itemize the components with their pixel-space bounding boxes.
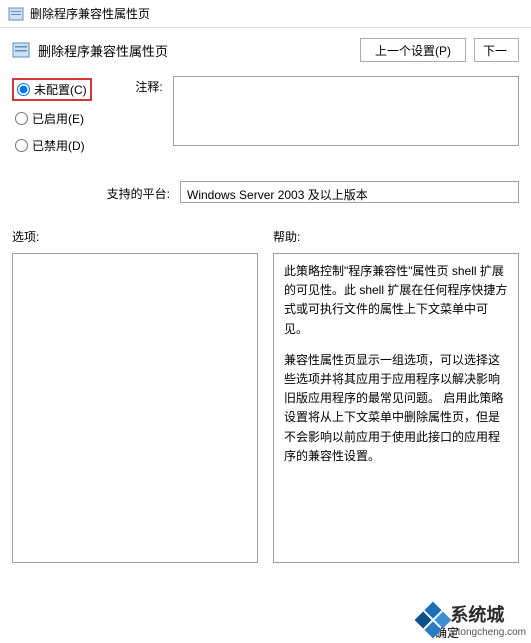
- watermark-logo-icon: [414, 600, 454, 640]
- radio-enabled[interactable]: 已启用(E): [12, 109, 92, 128]
- comment-label: 注释:: [107, 76, 163, 95]
- radio-disabled-input[interactable]: [15, 139, 28, 152]
- help-panel: 此策略控制"程序兼容性"属性页 shell 扩展的可见性。此 shell 扩展在…: [273, 253, 519, 563]
- platform-value: Windows Server 2003 及以上版本: [180, 181, 519, 203]
- radio-not-configured-input[interactable]: [17, 83, 30, 96]
- window-title: 删除程序兼容性属性页: [30, 5, 150, 22]
- right-fields: 注释: 支持的平台: Windows Server 2003 及以上版本: [107, 76, 519, 203]
- bottom-section: 选项: 帮助: 此策略控制"程序兼容性"属性页 shell 扩展的可见性。此 s…: [12, 228, 519, 563]
- radio-not-configured-label: 未配置(C): [34, 81, 87, 98]
- policy-icon: [12, 41, 30, 59]
- watermark-sub: xitongcheng.com: [450, 627, 526, 638]
- radio-disabled-label: 已禁用(D): [32, 137, 85, 154]
- config-section: 未配置(C) 已启用(E) 已禁用(D) 注释: 支持的平台: Windows …: [12, 76, 519, 203]
- options-column: 选项:: [12, 228, 258, 563]
- help-label: 帮助:: [273, 228, 519, 245]
- options-panel: [12, 253, 258, 563]
- comment-input[interactable]: [173, 76, 519, 146]
- radio-group: 未配置(C) 已启用(E) 已禁用(D): [12, 76, 92, 155]
- platform-row: 支持的平台: Windows Server 2003 及以上版本: [107, 181, 519, 203]
- next-setting-button[interactable]: 下一个: [474, 38, 519, 62]
- watermark: 系统城 xitongcheng.com: [419, 601, 526, 638]
- main-content: 未配置(C) 已启用(E) 已禁用(D) 注释: 支持的平台: Windows …: [0, 76, 531, 563]
- help-para-1: 此策略控制"程序兼容性"属性页 shell 扩展的可见性。此 shell 扩展在…: [284, 262, 508, 339]
- policy-icon: [8, 6, 24, 22]
- radio-enabled-label: 已启用(E): [32, 110, 84, 127]
- radio-enabled-input[interactable]: [15, 112, 28, 125]
- watermark-main: 系统城: [450, 601, 526, 627]
- options-label: 选项:: [12, 228, 258, 245]
- prev-setting-button[interactable]: 上一个设置(P): [360, 38, 466, 62]
- platform-label: 支持的平台:: [107, 183, 170, 202]
- radio-not-configured[interactable]: 未配置(C): [12, 78, 92, 101]
- radio-disabled[interactable]: 已禁用(D): [12, 136, 92, 155]
- watermark-text: 系统城 xitongcheng.com: [450, 601, 526, 638]
- page-title: 删除程序兼容性属性页: [38, 41, 352, 60]
- header-row: 删除程序兼容性属性页 上一个设置(P) 下一个: [0, 28, 531, 76]
- help-column: 帮助: 此策略控制"程序兼容性"属性页 shell 扩展的可见性。此 shell…: [273, 228, 519, 563]
- help-para-2: 兼容性属性页显示一组选项，可以选择这些选项并将其应用于应用程序以解决影响旧版应用…: [284, 351, 508, 466]
- comment-row: 注释:: [107, 76, 519, 146]
- title-bar: 删除程序兼容性属性页: [0, 0, 531, 28]
